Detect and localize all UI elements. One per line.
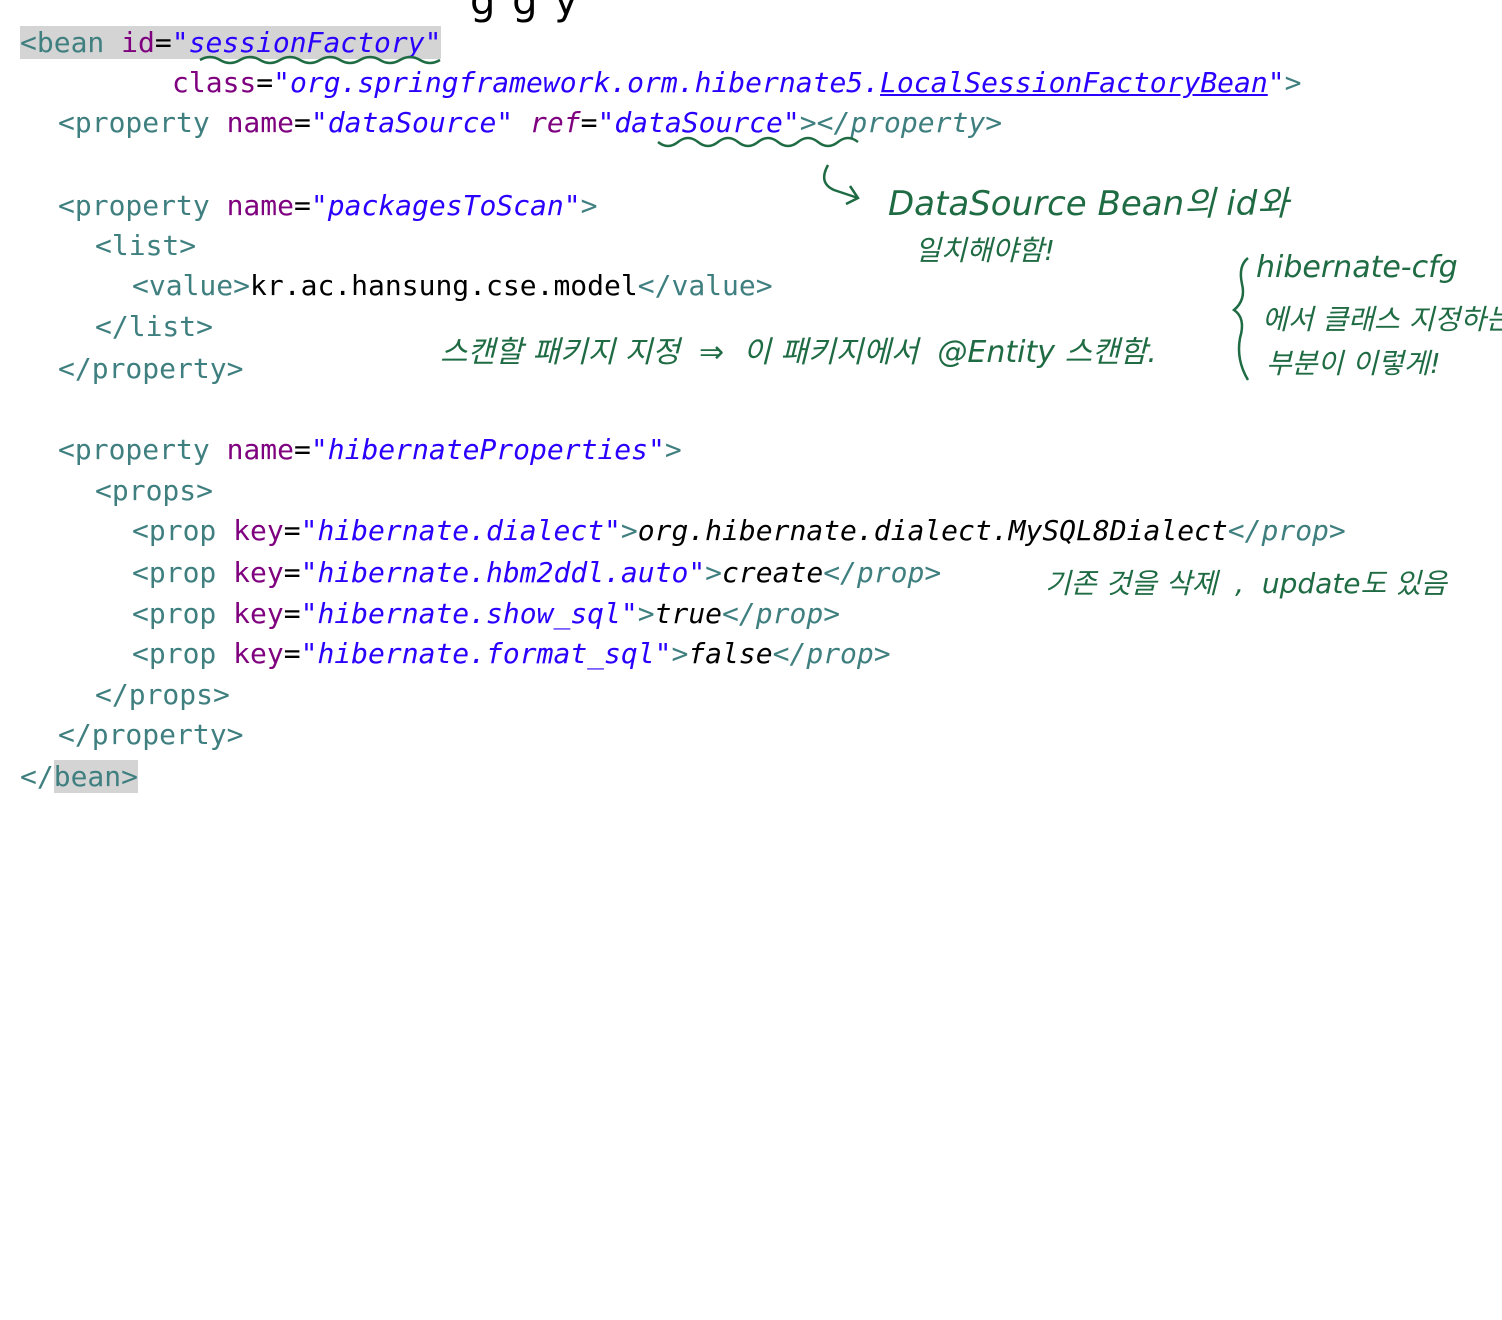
hbm2ddl-note: 기존 것을 삭제 , update도 있음 (1045, 567, 1447, 600)
datasource-note-line-1: DataSource Bean의 id와 (888, 184, 1289, 224)
squiggle-under-datasource-ref (657, 136, 859, 148)
squiggle-under-session-factory (199, 55, 441, 65)
cfg-note-line-3: 부분이 이렇게! (1266, 347, 1441, 380)
handwriting-marks (199, 55, 1250, 381)
cfg-note-line-2: 에서 클래스 지정하는 (1262, 303, 1502, 336)
datasource-note-line-2: 일치해야함! (915, 234, 1056, 267)
cfg-note-line-1: hibernate-cfg (1256, 250, 1458, 285)
arrow-to-datasource-note (822, 164, 860, 206)
scan-package-note: 스캔할 패키지 지정 ⇒ 이 패키지에서 @Entity 스캔함. (440, 335, 1157, 370)
brace-left-of-cfg-note (1231, 257, 1250, 381)
